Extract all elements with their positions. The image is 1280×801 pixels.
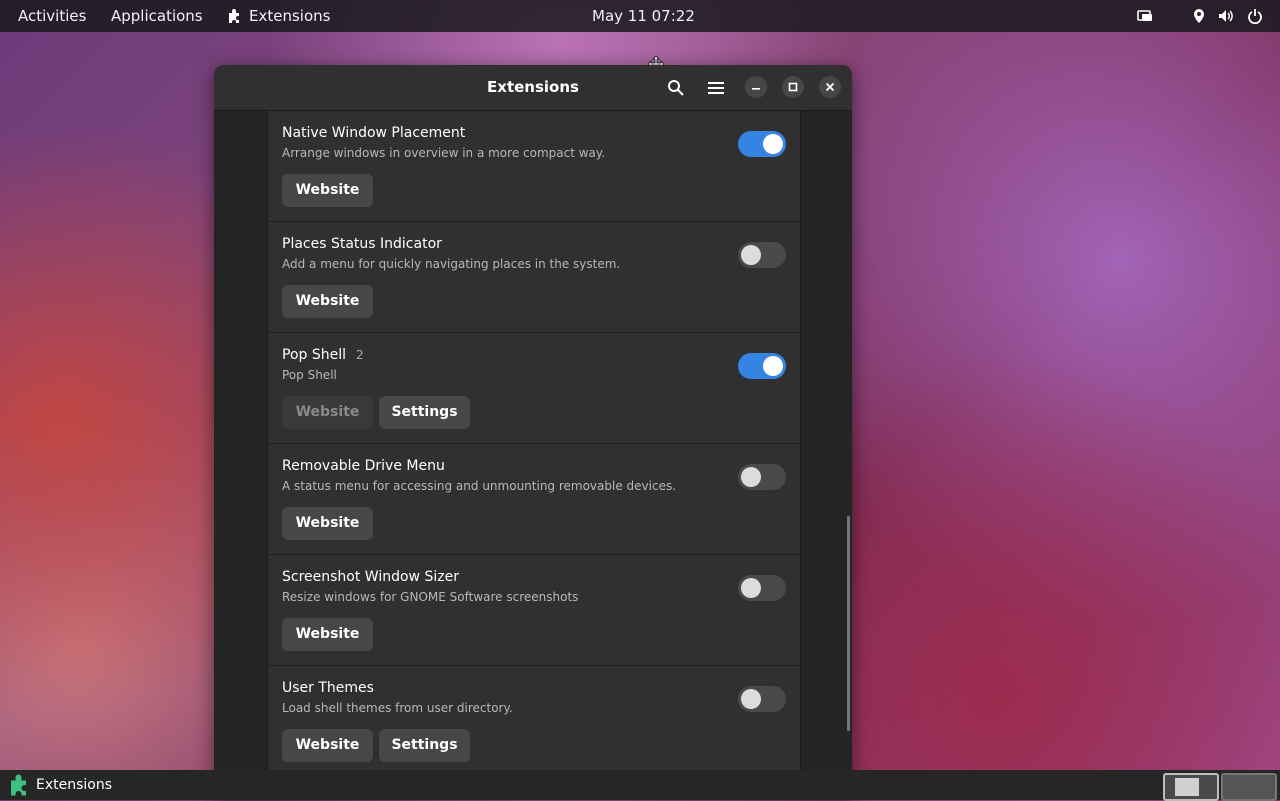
website-button: Website bbox=[282, 396, 373, 429]
extension-toggle[interactable] bbox=[738, 575, 786, 601]
settings-button[interactable]: Settings bbox=[379, 396, 470, 429]
search-button[interactable] bbox=[661, 73, 691, 103]
maximize-icon bbox=[788, 82, 798, 92]
extension-description: Pop Shell bbox=[282, 368, 337, 382]
extension-name: Native Window Placement bbox=[282, 125, 466, 141]
screen-share-icon[interactable] bbox=[1137, 8, 1153, 24]
activities-button[interactable]: Activities bbox=[18, 0, 86, 32]
extension-toggle[interactable] bbox=[738, 353, 786, 379]
extensions-list: Native Window Placement Arrange windows … bbox=[267, 111, 801, 800]
extensions-app-icon bbox=[11, 774, 26, 796]
volume-icon[interactable] bbox=[1218, 8, 1234, 24]
website-button[interactable]: Website bbox=[282, 285, 373, 318]
extension-name: Pop Shell 2 bbox=[282, 347, 364, 363]
extension-row: Places Status Indicator Add a menu for q… bbox=[268, 222, 800, 333]
extension-toggle[interactable] bbox=[738, 242, 786, 268]
applications-menu[interactable]: Applications bbox=[111, 0, 203, 32]
extension-description: A status menu for accessing and unmounti… bbox=[282, 479, 677, 493]
extension-row: Screenshot Window Sizer Resize windows f… bbox=[268, 555, 800, 666]
extension-toggle[interactable] bbox=[738, 464, 786, 490]
main-menu-button[interactable] bbox=[701, 73, 731, 103]
extension-name: Screenshot Window Sizer bbox=[282, 569, 459, 585]
extension-name: User Themes bbox=[282, 680, 374, 696]
clock[interactable]: May 11 07:22 bbox=[592, 0, 695, 32]
power-icon[interactable] bbox=[1247, 8, 1263, 24]
bottom-taskbar: Extensions bbox=[0, 770, 1280, 801]
extension-description: Add a menu for quickly navigating places… bbox=[282, 257, 621, 271]
extension-description: Arrange windows in overview in a more co… bbox=[282, 146, 606, 160]
extensions-window: Extensions Native Window Placement Arran… bbox=[214, 65, 852, 800]
settings-button[interactable]: Settings bbox=[379, 729, 470, 762]
extension-description: Resize windows for GNOME Software screen… bbox=[282, 590, 579, 604]
website-button[interactable]: Website bbox=[282, 729, 373, 762]
hamburger-icon bbox=[708, 82, 724, 94]
app-menu[interactable]: Extensions bbox=[227, 0, 330, 32]
location-icon[interactable] bbox=[1191, 8, 1207, 24]
extension-description: Load shell themes from user directory. bbox=[282, 701, 513, 715]
minimize-button[interactable] bbox=[745, 76, 767, 98]
website-button[interactable]: Website bbox=[282, 507, 373, 540]
search-icon bbox=[668, 80, 684, 96]
extension-row: User Themes Load shell themes from user … bbox=[268, 666, 800, 776]
website-button[interactable]: Website bbox=[282, 618, 373, 651]
extension-name: Places Status Indicator bbox=[282, 236, 442, 252]
minimize-icon bbox=[752, 88, 760, 90]
maximize-button[interactable] bbox=[782, 76, 804, 98]
extension-name: Removable Drive Menu bbox=[282, 458, 445, 474]
extension-row: Native Window Placement Arrange windows … bbox=[268, 111, 800, 222]
website-button[interactable]: Website bbox=[282, 174, 373, 207]
extension-row: Pop Shell 2 Pop Shell Website Settings bbox=[268, 333, 800, 444]
extension-toggle[interactable] bbox=[738, 686, 786, 712]
puzzle-icon bbox=[229, 9, 239, 23]
workspace-1[interactable] bbox=[1163, 773, 1219, 801]
app-menu-label: Extensions bbox=[249, 7, 331, 25]
scrollbar[interactable] bbox=[847, 516, 850, 731]
instance-count: 2 bbox=[356, 348, 364, 362]
workspace-window-thumb bbox=[1175, 778, 1199, 796]
close-button[interactable] bbox=[819, 76, 841, 98]
extension-toggle[interactable] bbox=[738, 131, 786, 157]
workspace-2[interactable] bbox=[1221, 773, 1277, 801]
extensions-content[interactable]: Native Window Placement Arrange windows … bbox=[214, 111, 852, 800]
top-bar: Activities Applications Extensions May 1… bbox=[0, 0, 1280, 32]
taskbar-app-label[interactable]: Extensions bbox=[36, 770, 112, 800]
extension-row: Removable Drive Menu A status menu for a… bbox=[268, 444, 800, 555]
close-icon bbox=[825, 82, 835, 92]
header-bar: Extensions bbox=[214, 65, 852, 111]
